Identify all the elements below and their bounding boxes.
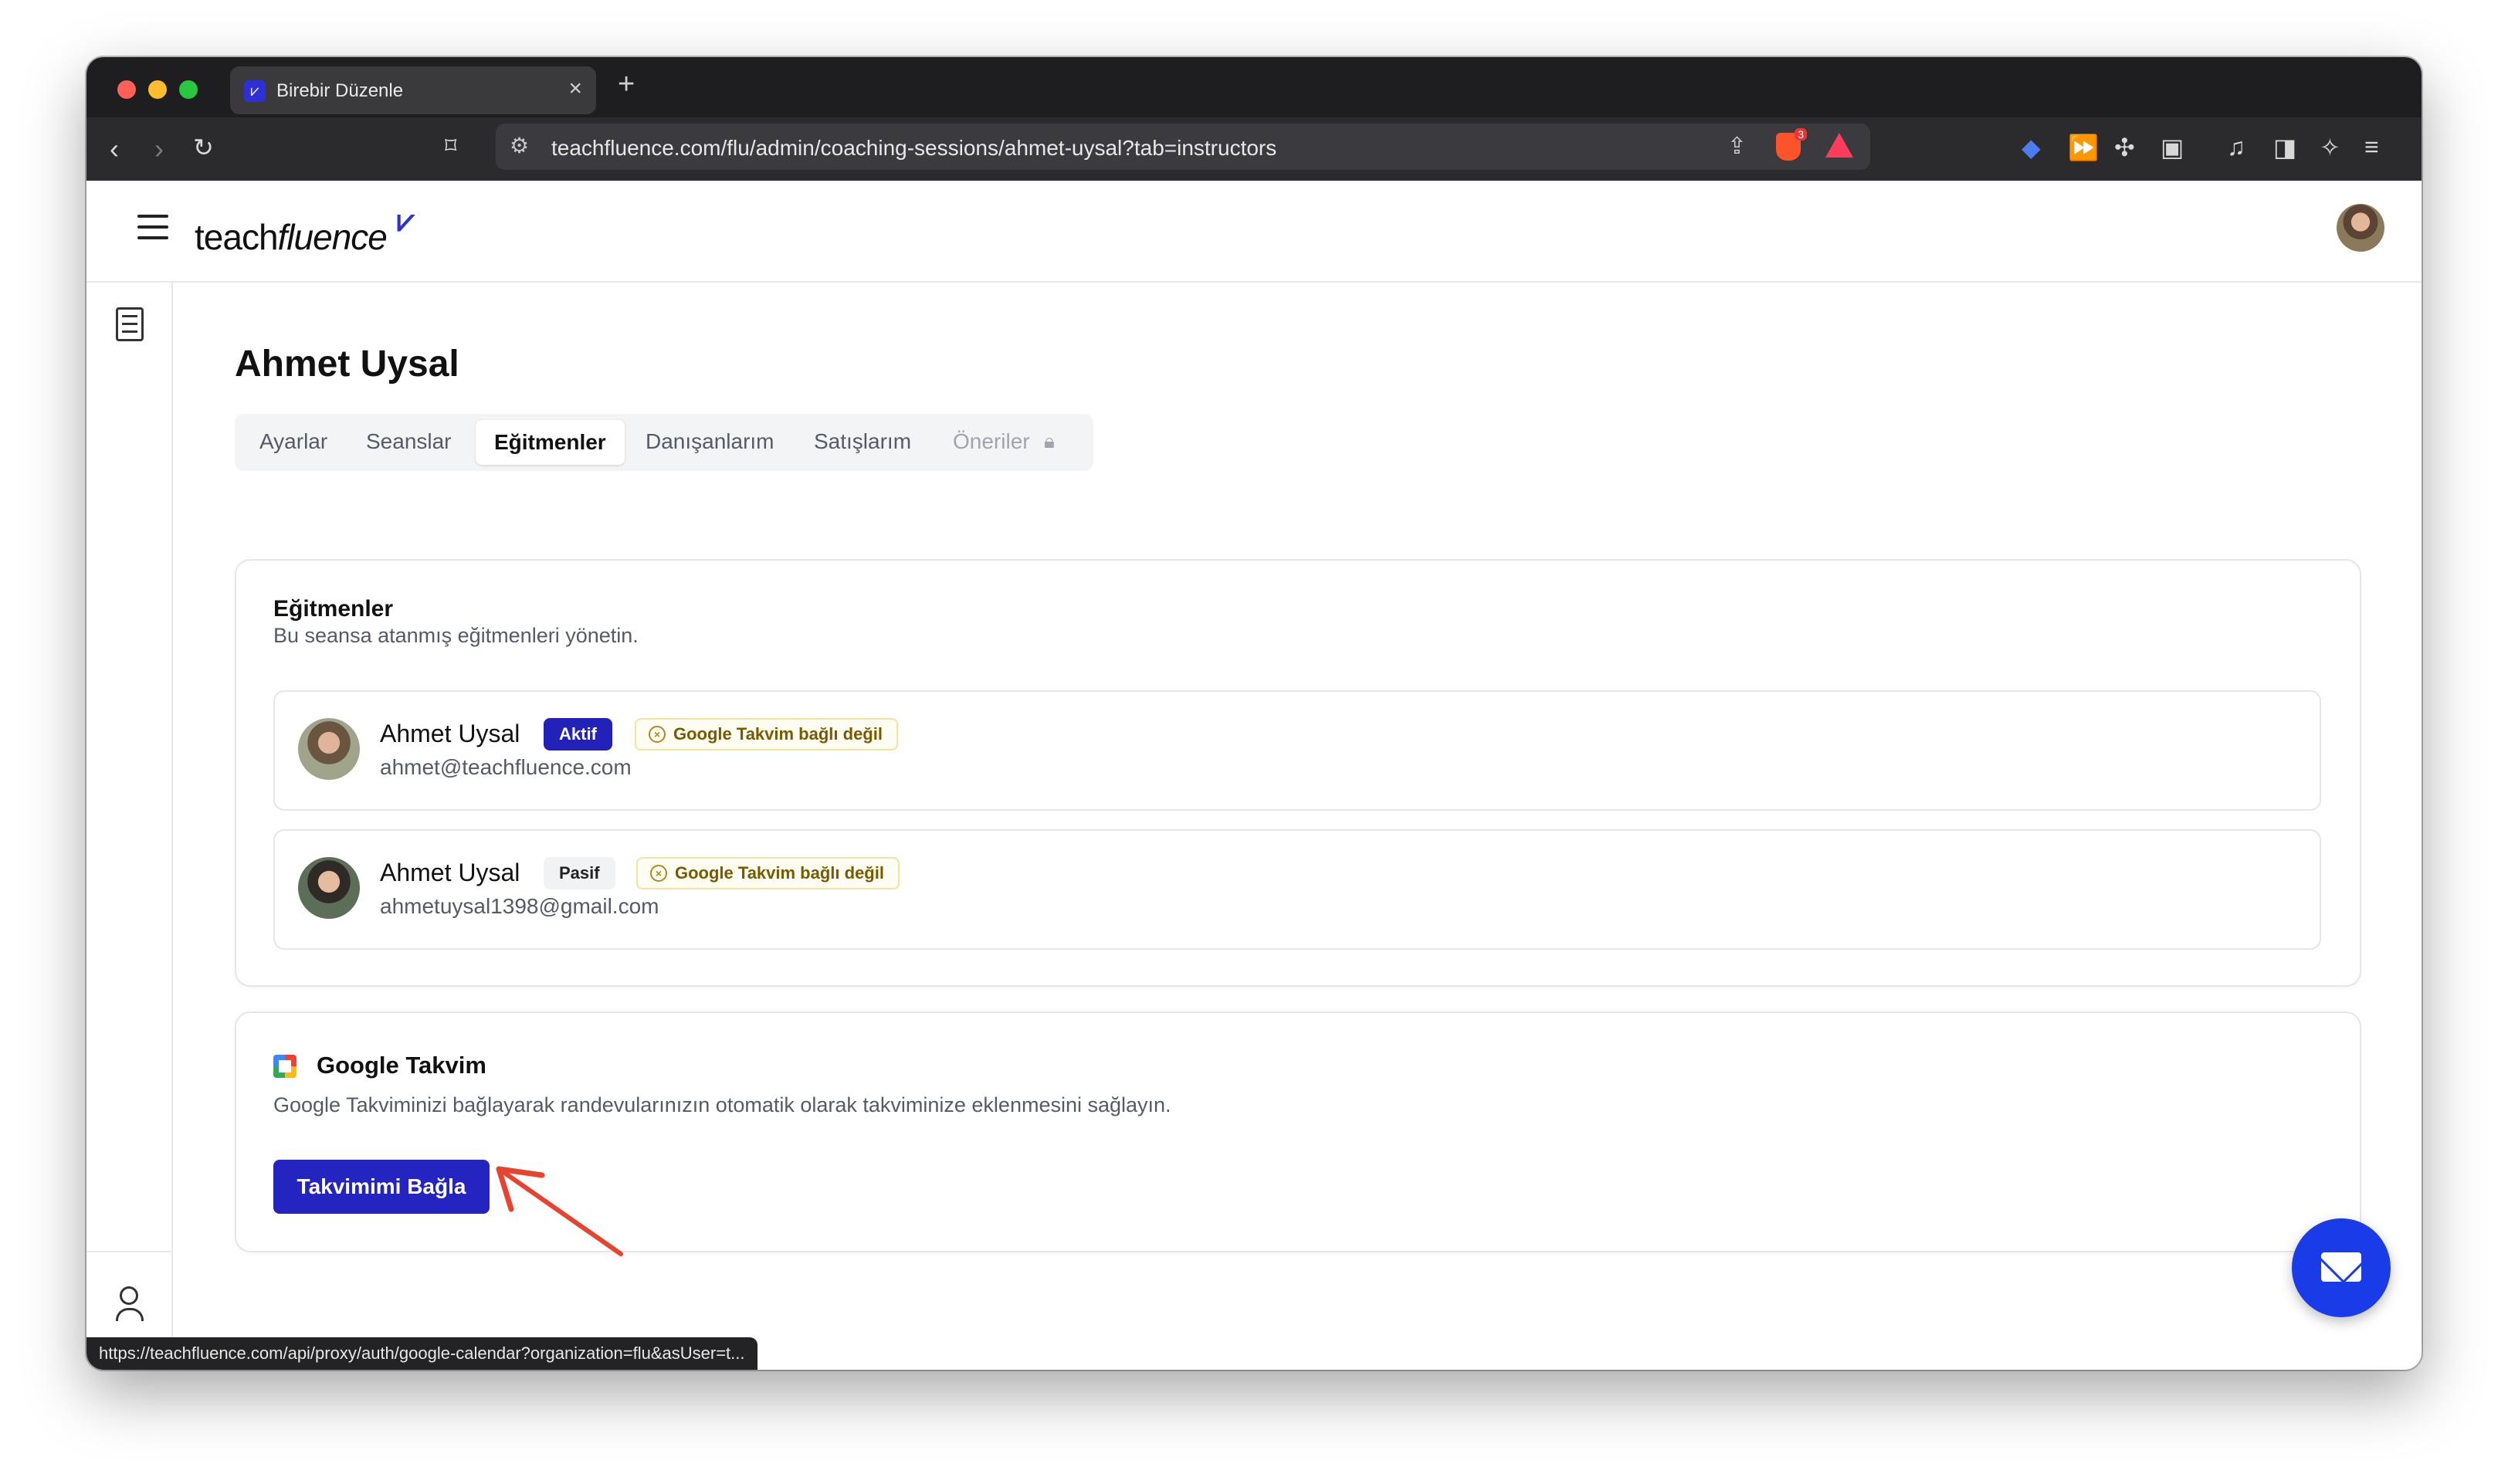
instructors-card-title: Eğitmenler: [273, 596, 394, 622]
page-title: Ahmet Uysal: [235, 344, 459, 385]
message-fab-button[interactable]: [2292, 1218, 2391, 1317]
extensions-icon[interactable]: ✣: [2114, 133, 2135, 162]
status-badge-active: Aktif: [544, 718, 612, 750]
hamburger-menu-icon[interactable]: [137, 215, 168, 247]
media-icon[interactable]: ♫: [2227, 133, 2245, 161]
instructor-name: Ahmet Uysal: [380, 720, 520, 747]
sidebar-toggle-icon[interactable]: ◨: [2273, 133, 2296, 162]
user-profile-icon[interactable]: [116, 1286, 144, 1321]
lock-icon: 🔒︎: [1044, 429, 1055, 452]
logo-text-italic: fluence: [277, 217, 388, 257]
teachfluence-favicon-icon: ⩗: [244, 80, 266, 102]
zoom-window-button[interactable]: [179, 80, 198, 99]
instructor-avatar: [298, 718, 360, 780]
status-badge-passive: Pasif: [544, 857, 615, 889]
minimize-window-button[interactable]: [148, 80, 167, 99]
share-icon[interactable]: ⇪: [1727, 133, 1747, 160]
teachfluence-logo[interactable]: teachfluence: [195, 216, 388, 258]
site-settings-icon[interactable]: ⚙: [510, 133, 529, 158]
instructor-email: ahmet@teachfluence.com: [380, 755, 632, 779]
instructors-card: Eğitmenler Bu seansa atanmış eğitmenleri…: [235, 559, 2361, 987]
address-bar[interactable]: ⚙ teachfluence.com/flu/admin/coaching-se…: [496, 124, 1870, 170]
status-bar-url: https://teachfluence.com/api/proxy/auth/…: [86, 1337, 757, 1370]
instructors-card-description: Bu seansa atanmış eğitmenleri yönetin.: [273, 624, 639, 647]
x-circle-icon: ×: [650, 865, 667, 882]
section-tabs: Ayarlar Seanslar Eğitmenler Danışanlarım…: [235, 414, 1093, 471]
tab-oneriler: Öneriler: [953, 429, 1030, 453]
app-header: teachfluence ⩗: [86, 181, 2422, 283]
bookmark-icon[interactable]: ⌑: [445, 133, 456, 160]
sidebar-divider: [86, 1251, 171, 1252]
reload-icon[interactable]: ↻: [193, 133, 214, 162]
skip-extension-icon[interactable]: ⏩: [2068, 133, 2099, 162]
url-text: teachfluence.com/flu/admin/coaching-sess…: [551, 136, 1277, 160]
menu-icon[interactable]: ≡: [2364, 133, 2379, 161]
google-calendar-title: Google Takvim: [317, 1052, 486, 1079]
annotation-arrow: [496, 1166, 623, 1256]
calendar-status-text: Google Takvim bağlı değil: [673, 724, 883, 744]
tab-egitmenler[interactable]: Eğitmenler: [476, 420, 625, 465]
browser-tab[interactable]: ⩗ Birebir Düzenle ×: [230, 66, 596, 114]
instructor-email: ahmetuysal1398@gmail.com: [380, 894, 659, 918]
brave-rewards-icon[interactable]: [1825, 133, 1853, 158]
new-tab-button[interactable]: +: [618, 68, 635, 101]
x-circle-icon: ×: [649, 726, 666, 743]
back-icon[interactable]: ‹: [110, 133, 119, 165]
tag-extension-icon[interactable]: ◆: [2022, 133, 2041, 162]
sidebar: [86, 281, 173, 1370]
logo-mark-icon: ⩗: [397, 204, 415, 238]
google-calendar-icon: [273, 1055, 297, 1078]
instructor-row[interactable]: Ahmet Uysal Pasif × Google Takvim bağlı d…: [273, 829, 2321, 950]
calendar-status-text: Google Takvim bağlı değil: [675, 863, 884, 883]
mail-icon: [2321, 1252, 2361, 1282]
user-avatar[interactable]: [2337, 204, 2384, 252]
logo-text-main: teach: [195, 217, 279, 257]
tab-strip: ⩗ Birebir Düzenle × +: [86, 57, 2422, 117]
google-calendar-description: Google Takviminizi bağlayarak randevular…: [273, 1093, 1171, 1116]
instructor-avatar: [298, 857, 360, 919]
tab-title: Birebir Düzenle: [276, 80, 404, 101]
browser-window: ⩗ Birebir Düzenle × + ‹ › ↻ ⌑ ⚙ teachflu…: [86, 57, 2422, 1370]
tab-ayarlar[interactable]: Ayarlar: [259, 429, 327, 454]
tab-satislarim[interactable]: Satışlarım: [814, 429, 911, 454]
instructor-name: Ahmet Uysal: [380, 859, 520, 886]
instructor-row[interactable]: Ahmet Uysal Aktif × Google Takvim bağlı d…: [273, 690, 2321, 811]
forward-icon[interactable]: ›: [154, 133, 164, 165]
tab-seanslar[interactable]: Seanslar: [366, 429, 452, 454]
connect-calendar-button[interactable]: Takvimimi Bağla: [273, 1160, 490, 1214]
close-tab-icon[interactable]: ×: [568, 76, 582, 102]
reader-icon[interactable]: ▣: [2161, 133, 2184, 162]
tab-danisanlarim[interactable]: Danışanlarım: [646, 429, 774, 454]
document-icon[interactable]: [116, 307, 144, 341]
calendar-status-badge: × Google Takvim bağlı değil: [635, 718, 898, 750]
shields-count-badge: 3: [1795, 128, 1807, 141]
browser-toolbar: ‹ › ↻ ⌑ ⚙ teachfluence.com/flu/admin/coa…: [86, 117, 2422, 181]
calendar-status-badge: × Google Takvim bağlı değil: [636, 857, 900, 889]
leo-ai-icon[interactable]: ✧: [2320, 133, 2340, 162]
app-content: teachfluence ⩗ Ahmet Uysal Ayarlar Seans…: [86, 181, 2422, 1370]
close-window-button[interactable]: [117, 80, 136, 99]
